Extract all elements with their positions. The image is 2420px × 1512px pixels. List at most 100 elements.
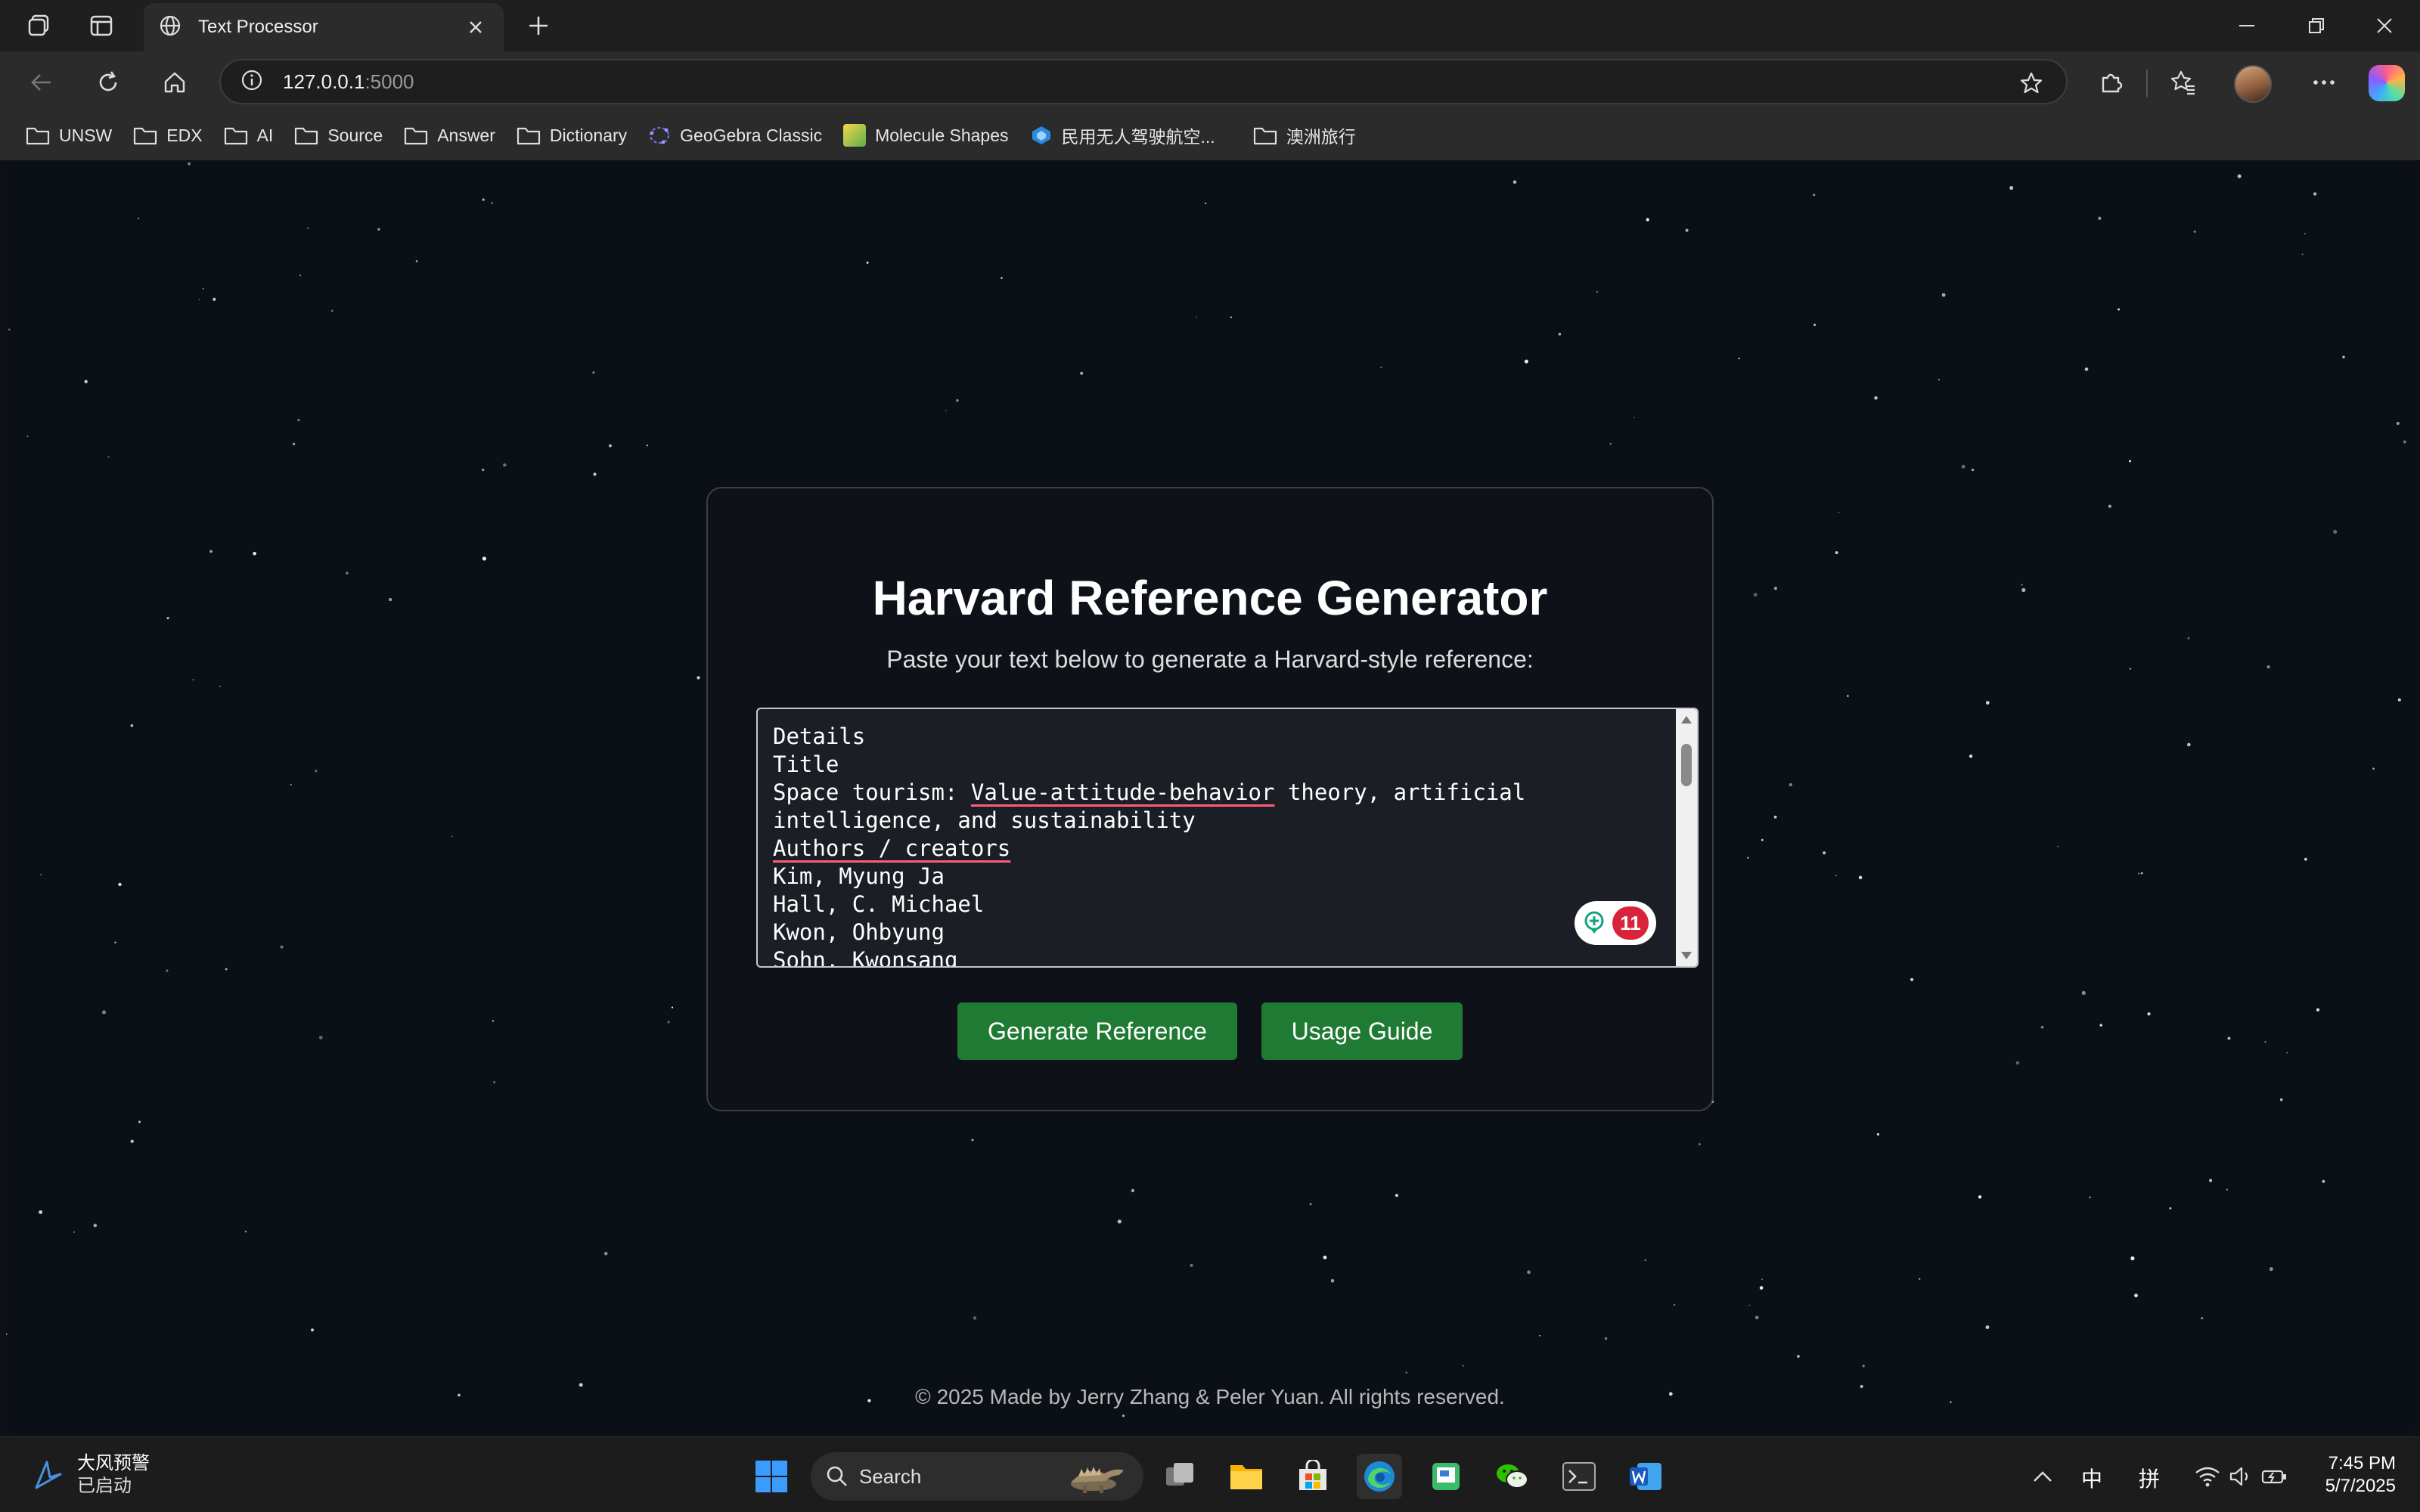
new-tab-icon[interactable]: [522, 9, 555, 42]
folder-icon: [517, 127, 540, 145]
star-dot: [1117, 1219, 1122, 1224]
generator-card: Harvard Reference Generator Paste your t…: [706, 487, 1714, 1111]
scroll-down-arrow-icon[interactable]: [1679, 948, 1694, 963]
usage-guide-button[interactable]: Usage Guide: [1261, 1002, 1463, 1060]
star-dot: [2129, 668, 2132, 670]
star-dot: [1462, 1365, 1464, 1367]
ime-language-indicator[interactable]: 中: [2081, 1463, 2102, 1493]
tab-actions-icon[interactable]: [85, 9, 118, 42]
address-bar[interactable]: 127.0.0.1:5000: [219, 59, 2068, 104]
star-dot: [26, 435, 29, 438]
star-dot: [1747, 857, 1749, 859]
phet-icon: [843, 124, 867, 147]
star-dot: [290, 784, 292, 785]
star-dot: [1644, 1259, 1646, 1262]
toolbar-divider: [2146, 70, 2148, 97]
folder-icon: [405, 127, 428, 145]
wechat-icon[interactable]: [1490, 1454, 1535, 1499]
star-dot: [1609, 442, 1612, 445]
star-dot: [2138, 872, 2140, 875]
taskbar-search[interactable]: Search: [811, 1452, 1143, 1501]
extensions-icon[interactable]: [2092, 64, 2130, 101]
star-dot: [1323, 1255, 1327, 1259]
reference-text-input[interactable]: Details Title Space tourism: Value-attit…: [756, 708, 1699, 968]
star-dot: [2304, 233, 2306, 235]
page-title: Harvard Reference Generator: [872, 571, 1548, 625]
star-dot: [6, 1333, 8, 1335]
grammar-checker-badge[interactable]: 11: [1575, 901, 1656, 945]
word-icon[interactable]: [1623, 1454, 1668, 1499]
star-dot: [1773, 587, 1778, 590]
weather-widget[interactable]: 大风预警 已启动: [30, 1452, 150, 1498]
star-dot: [2322, 1179, 2325, 1183]
tab-bar: Text Processor: [0, 0, 2420, 51]
start-button[interactable]: [749, 1454, 794, 1499]
star-dot: [202, 288, 204, 290]
url-text: 127.0.0.1:5000: [283, 70, 414, 93]
star-dot: [1759, 1286, 1764, 1290]
task-view-icon[interactable]: [1157, 1454, 1202, 1499]
favorites-icon[interactable]: [2164, 64, 2202, 101]
star-dot: [2099, 1024, 2102, 1027]
textarea-scrollbar[interactable]: [1676, 709, 1697, 966]
more-options-icon[interactable]: [2305, 64, 2343, 101]
system-clock[interactable]: 7:45 PM 5/7/2025: [2307, 1452, 2396, 1498]
star-dot: [2266, 665, 2270, 669]
star-dot: [492, 1020, 495, 1022]
star-dot: [945, 410, 947, 412]
star-dot: [314, 770, 318, 773]
star-dot: [130, 723, 134, 727]
minimize-icon[interactable]: [2213, 8, 2281, 44]
refresh-icon[interactable]: [89, 64, 127, 101]
star-dot: [2193, 230, 2196, 233]
snipping-tool-icon[interactable]: [1423, 1454, 1469, 1499]
microsoft-store-icon[interactable]: [1290, 1454, 1336, 1499]
bookmark-molecule-shapes[interactable]: Molecule Shapes: [833, 116, 1019, 154]
copilot-icon[interactable]: [2369, 65, 2405, 101]
favorite-star-icon[interactable]: [2018, 70, 2045, 97]
bookmark-unsw[interactable]: UNSW: [15, 116, 123, 154]
star-dot: [2286, 1052, 2288, 1054]
star-dot: [1604, 1337, 1608, 1340]
star-dot: [1761, 838, 1764, 841]
browser-toolbar: 127.0.0.1:5000: [0, 51, 2420, 110]
terminal-icon[interactable]: [1556, 1454, 1602, 1499]
star-dot: [1972, 469, 1975, 471]
profile-avatar[interactable]: [2234, 65, 2272, 103]
star-dot: [493, 1081, 495, 1083]
tab-text-processor[interactable]: Text Processor: [144, 3, 504, 51]
bookmark-ai[interactable]: AI: [213, 116, 284, 154]
star-dot: [866, 261, 869, 264]
star-dot: [2009, 186, 2014, 191]
bookmark-dictionary[interactable]: Dictionary: [506, 116, 638, 154]
close-window-icon[interactable]: [2350, 8, 2418, 44]
scroll-up-arrow-icon[interactable]: [1679, 712, 1694, 727]
star-dot: [1835, 551, 1838, 555]
ime-mode-indicator[interactable]: 拼: [2139, 1463, 2160, 1493]
restore-icon[interactable]: [2282, 8, 2350, 44]
star-dot: [2098, 216, 2102, 220]
bookmark-geogebra[interactable]: GeoGebra Classic: [638, 116, 833, 154]
star-dot: [318, 1035, 323, 1040]
home-icon[interactable]: [156, 64, 194, 101]
wifi-icon: [2195, 1467, 2220, 1487]
generate-reference-button[interactable]: Generate Reference: [957, 1002, 1237, 1060]
bookmark-source[interactable]: Source: [284, 116, 393, 154]
star-dot: [2134, 1294, 2138, 1298]
back-arrow-icon[interactable]: [23, 64, 60, 101]
star-dot: [1835, 875, 1837, 876]
show-hidden-icons-chevron-icon[interactable]: [2024, 1454, 2062, 1499]
workspaces-icon[interactable]: [23, 9, 56, 42]
scrollbar-thumb[interactable]: [1681, 744, 1692, 786]
star-dot: [1876, 1132, 1879, 1136]
bookmark-answer[interactable]: Answer: [393, 116, 506, 154]
bookmark-drone-site[interactable]: 民用无人驾驶航空...: [1019, 116, 1226, 154]
close-tab-icon[interactable]: [463, 14, 489, 40]
bookmark-edx[interactable]: EDX: [123, 116, 213, 154]
edge-browser-icon[interactable]: [1357, 1454, 1402, 1499]
site-info-icon[interactable]: [240, 69, 263, 95]
bookmark-australia-travel[interactable]: 澳洲旅行: [1243, 116, 1367, 154]
star-dot: [2021, 587, 2026, 593]
quick-settings[interactable]: [2187, 1454, 2296, 1499]
file-explorer-icon[interactable]: [1224, 1454, 1269, 1499]
